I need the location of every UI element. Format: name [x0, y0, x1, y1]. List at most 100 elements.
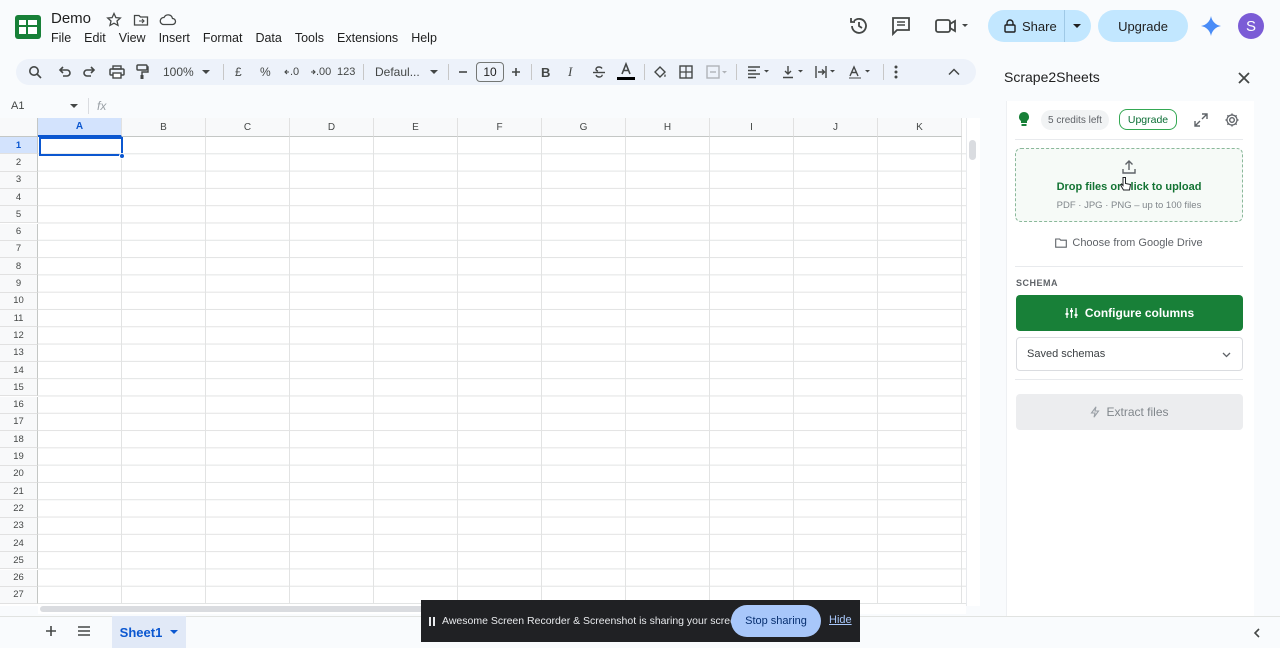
share-button[interactable]: Share	[988, 10, 1091, 42]
all-sheets-icon[interactable]	[77, 626, 91, 636]
fill-color-icon[interactable]	[652, 62, 668, 82]
increase-decimal-button[interactable]: .00	[310, 62, 331, 82]
percent-format-button[interactable]: %	[260, 62, 271, 82]
currency-format-button[interactable]: £	[235, 62, 242, 82]
merge-cells-icon[interactable]	[706, 62, 728, 82]
row-header[interactable]: 9	[0, 275, 38, 293]
row-header[interactable]: 12	[0, 327, 38, 345]
horizontal-align-icon[interactable]	[747, 62, 771, 82]
menu-file[interactable]: File	[51, 31, 71, 47]
row-header[interactable]: 24	[0, 534, 38, 553]
number-format-button[interactable]: 123	[337, 62, 355, 82]
comments-icon[interactable]	[889, 14, 913, 38]
row-header[interactable]: 19	[0, 448, 38, 466]
row-header[interactable]: 27	[0, 586, 38, 605]
configure-columns-button[interactable]: Configure columns	[1016, 295, 1243, 331]
vertical-scrollbar[interactable]	[966, 118, 980, 606]
text-rotation-icon[interactable]	[848, 62, 874, 82]
row-header[interactable]: 20	[0, 465, 38, 483]
active-cell[interactable]	[39, 137, 123, 156]
row-header[interactable]: 8	[0, 258, 38, 276]
row-header[interactable]: 10	[0, 292, 38, 310]
menu-extensions[interactable]: Extensions	[337, 31, 398, 47]
column-header[interactable]: G	[542, 118, 626, 137]
settings-gear-icon[interactable]	[1224, 112, 1240, 128]
add-sheet-icon[interactable]	[45, 625, 57, 637]
row-header[interactable]: 1	[0, 137, 38, 155]
plus-icon[interactable]	[511, 62, 521, 82]
vertical-scroll-thumb[interactable]	[969, 140, 976, 160]
row-header[interactable]: 16	[0, 396, 38, 414]
menu-data[interactable]: Data	[255, 31, 281, 47]
column-header[interactable]: J	[794, 118, 878, 137]
column-header[interactable]: E	[374, 118, 458, 137]
collapse-toolbar-icon[interactable]	[948, 62, 960, 82]
row-header[interactable]: 6	[0, 223, 38, 241]
font-size-input[interactable]: 10	[476, 62, 504, 82]
vertical-align-icon[interactable]	[782, 62, 806, 82]
zoom-select[interactable]: 100%	[163, 62, 210, 82]
meet-icon[interactable]	[934, 14, 970, 38]
redo-icon[interactable]	[83, 62, 97, 82]
row-header[interactable]: 17	[0, 413, 38, 432]
borders-icon[interactable]	[679, 62, 693, 82]
menu-tools[interactable]: Tools	[295, 31, 324, 47]
star-icon[interactable]	[106, 12, 124, 30]
horizontal-scroll-thumb[interactable]	[40, 606, 440, 612]
italic-icon[interactable]: I	[568, 62, 572, 82]
minus-icon[interactable]	[458, 62, 468, 82]
row-header[interactable]: 13	[0, 344, 38, 362]
row-header[interactable]: 2	[0, 154, 38, 172]
version-history-icon[interactable]	[847, 14, 871, 38]
column-header[interactable]: A	[38, 118, 122, 137]
expand-icon[interactable]	[1194, 113, 1208, 127]
row-header[interactable]: 21	[0, 483, 38, 501]
stop-sharing-button[interactable]: Stop sharing	[731, 605, 821, 637]
row-header[interactable]: 14	[0, 361, 38, 380]
menu-view[interactable]: View	[119, 31, 146, 47]
spreadsheet-grid[interactable]: ABCDEFGHIJK 1 2 3 4 5 6 7 8 9 10 11 12 13 14 15 16 17 18 1…	[0, 118, 980, 606]
chevron-left-icon[interactable]	[1253, 628, 1261, 638]
decrease-decimal-button[interactable]: .0	[284, 62, 299, 82]
cloud-status-icon[interactable]	[159, 12, 177, 30]
undo-icon[interactable]	[57, 62, 71, 82]
chevron-down-icon[interactable]	[1072, 22, 1082, 30]
row-header[interactable]: 7	[0, 240, 38, 259]
select-all-corner[interactable]	[0, 118, 38, 137]
menu-format[interactable]: Format	[203, 31, 243, 47]
row-header[interactable]: 23	[0, 517, 38, 535]
document-title[interactable]: Demo	[51, 10, 91, 27]
text-wrap-icon[interactable]	[815, 62, 839, 82]
search-icon[interactable]	[28, 62, 42, 82]
close-icon[interactable]	[1234, 68, 1254, 88]
sheet-tab[interactable]: Sheet1	[112, 616, 186, 648]
row-header[interactable]: 11	[0, 310, 38, 328]
column-header[interactable]: I	[710, 118, 794, 137]
row-header[interactable]: 26	[0, 569, 38, 587]
avatar[interactable]: S	[1238, 13, 1264, 39]
font-select[interactable]: Defaul...	[375, 62, 438, 82]
sheets-logo-icon[interactable]	[14, 14, 42, 40]
saved-schemas-select[interactable]: Saved schemas	[1016, 337, 1243, 371]
paint-format-icon[interactable]	[135, 62, 149, 82]
gemini-icon[interactable]	[1200, 15, 1222, 37]
bold-icon[interactable]: B	[541, 62, 550, 82]
column-header[interactable]: F	[458, 118, 542, 137]
menu-help[interactable]: Help	[411, 31, 437, 47]
row-header[interactable]: 15	[0, 379, 38, 397]
hide-banner-link[interactable]: Hide	[829, 614, 852, 626]
menu-insert[interactable]: Insert	[159, 31, 190, 47]
name-box[interactable]: A1	[11, 100, 78, 112]
menu-edit[interactable]: Edit	[84, 31, 106, 47]
move-folder-icon[interactable]	[133, 12, 151, 30]
text-color-icon[interactable]	[616, 62, 636, 82]
column-header[interactable]: C	[206, 118, 290, 137]
row-header[interactable]: 4	[0, 188, 38, 207]
fill-handle[interactable]	[119, 153, 125, 159]
print-icon[interactable]	[109, 62, 125, 82]
panel-upgrade-button[interactable]: Upgrade	[1119, 109, 1177, 130]
upgrade-button[interactable]: Upgrade	[1098, 10, 1188, 42]
choose-google-drive-link[interactable]: Choose from Google Drive	[1015, 237, 1243, 249]
row-header[interactable]: 5	[0, 206, 38, 224]
more-options-icon[interactable]	[894, 62, 898, 82]
